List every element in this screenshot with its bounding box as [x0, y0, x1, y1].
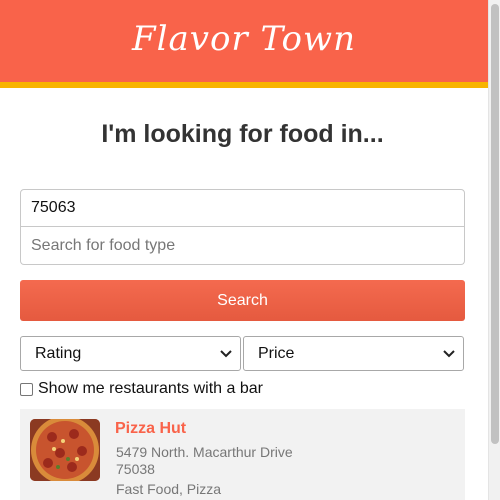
bar-filter: Show me restaurants with a bar	[20, 377, 465, 401]
page-scrollbar[interactable]	[488, 0, 500, 500]
scrollbar-thumb[interactable]	[491, 4, 499, 444]
search-inputs	[20, 189, 465, 265]
restaurant-card[interactable]: Pizza Hut 5479 North. Macarthur Drive 75…	[20, 409, 465, 500]
chevron-down-icon	[220, 347, 232, 361]
sort-select-value: Rating	[35, 344, 82, 362]
search-button[interactable]: Search	[20, 280, 465, 321]
filter-selects: Rating Price	[20, 336, 465, 371]
bar-checkbox-label[interactable]: Show me restaurants with a bar	[38, 380, 263, 398]
pizza-thumbnail	[30, 419, 100, 481]
address-line-1: 5479 North. Macarthur Drive	[116, 444, 293, 460]
food-type-input[interactable]	[20, 227, 465, 265]
price-select-value: Price	[258, 344, 295, 362]
app-header: Flavor Town	[0, 0, 488, 88]
address-line-2: 75038	[116, 461, 155, 477]
sort-select[interactable]: Rating	[20, 336, 241, 371]
chevron-down-icon	[443, 347, 455, 361]
restaurant-categories: Fast Food, Pizza	[116, 481, 222, 497]
restaurant-address: 5479 North. Macarthur Drive 75038	[116, 444, 293, 478]
page-headline: I'm looking for food in...	[101, 120, 384, 148]
price-select[interactable]: Price	[243, 336, 464, 371]
search-panel: I'm looking for food in... Search Rating…	[20, 88, 465, 500]
brand-title: Flavor Town	[132, 19, 356, 59]
location-input[interactable]	[20, 189, 465, 227]
bar-checkbox[interactable]	[20, 382, 33, 396]
restaurant-name[interactable]: Pizza Hut	[115, 420, 186, 438]
